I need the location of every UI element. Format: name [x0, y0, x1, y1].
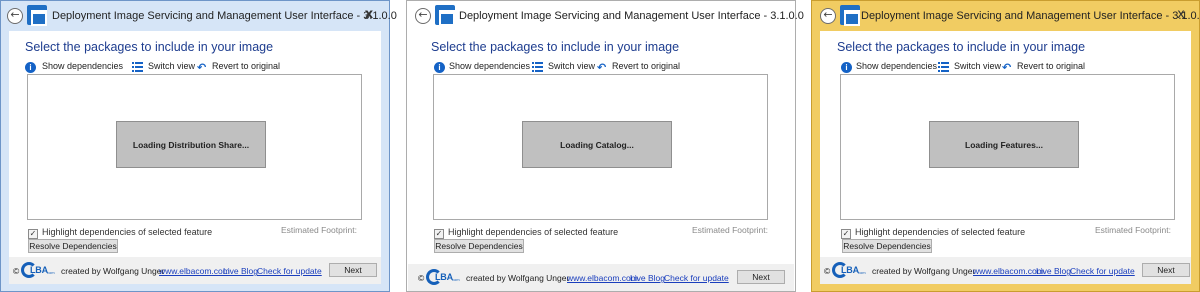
logo-text: LBA [841, 265, 859, 275]
check-for-update-link[interactable]: Check for update [1070, 266, 1135, 276]
live-blog-link[interactable]: Live Blog [630, 273, 665, 283]
highlight-dependencies-label: Highlight dependencies of selected featu… [448, 227, 619, 237]
window-title: Deployment Image Servicing and Managemen… [459, 10, 804, 22]
logo-text: LBA [30, 265, 48, 275]
dism-app-icon [840, 5, 860, 26]
info-icon: i [841, 62, 852, 73]
revert-label: Revert to original [1017, 61, 1086, 71]
revert-arrow-icon: ↶ [1002, 61, 1012, 74]
footer-bar: © LBA com created by Wolfgang Unger www.… [408, 264, 794, 291]
footer-bar: © LBA com created by Wolfgang Unger www.… [820, 257, 1191, 284]
logo-subtext: com [47, 270, 55, 275]
page-heading: Select the packages to include in your i… [837, 40, 1086, 54]
logo-subtext: com [452, 277, 460, 282]
elbacom-logo: LBA com [426, 269, 460, 285]
logo-subtext: com [858, 270, 866, 275]
highlight-dependencies-checkbox[interactable]: ✓ Highlight dependencies of selected feat… [434, 227, 618, 239]
next-button[interactable]: Next [329, 263, 377, 277]
revert-arrow-icon: ↶ [597, 61, 607, 74]
revert-label: Revert to original [212, 61, 281, 71]
title-bar: ← Deployment Image Servicing and Managem… [1, 1, 397, 31]
checkbox-icon[interactable]: ✓ [28, 229, 38, 239]
dism-app-icon [27, 5, 47, 26]
dism-window-3: ← Deployment Image Servicing and Managem… [811, 0, 1200, 292]
back-arrow-icon[interactable]: ← [820, 8, 836, 24]
estimated-footprint-label: Estimated Footprint: [1094, 225, 1171, 235]
live-blog-link[interactable]: Live Blog [223, 266, 258, 276]
info-icon: i [25, 62, 36, 73]
resolve-dependencies-button[interactable]: Resolve Dependencies [28, 239, 118, 253]
client-area: Select the packages to include in your i… [820, 31, 1191, 284]
elbacom-logo: LBA com [832, 262, 866, 278]
window-title: Deployment Image Servicing and Managemen… [861, 10, 1200, 22]
title-bar: ← Deployment Image Servicing and Managem… [407, 1, 804, 31]
checkbox-icon[interactable]: ✓ [434, 229, 444, 239]
client-area: Select the packages to include in your i… [408, 31, 794, 291]
dism-app-icon [435, 5, 455, 26]
title-bar: ← Deployment Image Servicing and Managem… [812, 1, 1200, 31]
page-heading: Select the packages to include in your i… [431, 40, 680, 54]
close-icon[interactable]: x [1173, 6, 1189, 24]
window-title: Deployment Image Servicing and Managemen… [52, 10, 397, 22]
highlight-dependencies-checkbox[interactable]: ✓ Highlight dependencies of selected feat… [28, 227, 212, 239]
copyright-symbol: © [13, 266, 20, 276]
list-view-icon [132, 62, 143, 72]
client-area: Select the packages to include in your i… [9, 31, 381, 284]
loading-panel: Loading Distribution Share... [116, 121, 266, 168]
created-by-text: created by Wolfgang Unger [61, 266, 165, 276]
copyright-symbol: © [824, 266, 831, 276]
packages-list[interactable]: Loading Distribution Share... [27, 74, 362, 220]
check-for-update-link[interactable]: Check for update [257, 266, 322, 276]
elbacom-logo: LBA com [21, 262, 55, 278]
show-dependencies-label: Show dependencies [856, 61, 938, 71]
created-by-text: created by Wolfgang Unger [872, 266, 976, 276]
revert-arrow-icon: ↶ [197, 61, 207, 74]
packages-list[interactable]: Loading Features... [840, 74, 1175, 220]
checkbox-icon[interactable]: ✓ [841, 229, 851, 239]
page-heading: Select the packages to include in your i… [25, 40, 274, 54]
footer-bar: © LBA com created by Wolfgang Unger www.… [9, 257, 381, 284]
logo-text: LBA [435, 272, 453, 282]
switch-view-label: Switch view [954, 61, 1002, 71]
live-blog-link[interactable]: Live Blog [1036, 266, 1071, 276]
next-button[interactable]: Next [1142, 263, 1190, 277]
highlight-dependencies-label: Highlight dependencies of selected featu… [42, 227, 213, 237]
show-dependencies-label: Show dependencies [449, 61, 531, 71]
copyright-symbol: © [418, 273, 425, 283]
close-icon[interactable] [767, 6, 783, 24]
resolve-dependencies-button[interactable]: Resolve Dependencies [434, 239, 524, 253]
estimated-footprint-label: Estimated Footprint: [280, 225, 357, 235]
list-view-icon [938, 62, 949, 72]
highlight-dependencies-label: Highlight dependencies of selected featu… [855, 227, 1026, 237]
switch-view-label: Switch view [148, 61, 196, 71]
show-dependencies-label: Show dependencies [42, 61, 124, 71]
switch-view-label: Switch view [548, 61, 596, 71]
loading-panel: Loading Features... [929, 121, 1079, 168]
packages-list[interactable]: Loading Catalog... [433, 74, 768, 220]
resolve-dependencies-button[interactable]: Resolve Dependencies [842, 239, 932, 253]
created-by-text: created by Wolfgang Unger [466, 273, 570, 283]
website-link[interactable]: www.elbacom.com [159, 266, 230, 276]
next-button[interactable]: Next [737, 270, 785, 284]
back-arrow-icon[interactable]: ← [415, 8, 431, 24]
check-for-update-link[interactable]: Check for update [664, 273, 729, 283]
dism-window-1: ← Deployment Image Servicing and Managem… [0, 0, 397, 292]
list-view-icon [532, 62, 543, 72]
estimated-footprint-label: Estimated Footprint: [691, 225, 768, 235]
website-link[interactable]: www.elbacom.com [567, 273, 638, 283]
dism-window-2: ← Deployment Image Servicing and Managem… [406, 0, 804, 292]
info-icon: i [434, 62, 445, 73]
back-arrow-icon[interactable]: ← [7, 8, 23, 24]
website-link[interactable]: www.elbacom.com [973, 266, 1044, 276]
revert-label: Revert to original [612, 61, 681, 71]
close-icon[interactable]: x [361, 6, 377, 24]
loading-panel: Loading Catalog... [522, 121, 672, 168]
highlight-dependencies-checkbox[interactable]: ✓ Highlight dependencies of selected feat… [841, 227, 1025, 239]
